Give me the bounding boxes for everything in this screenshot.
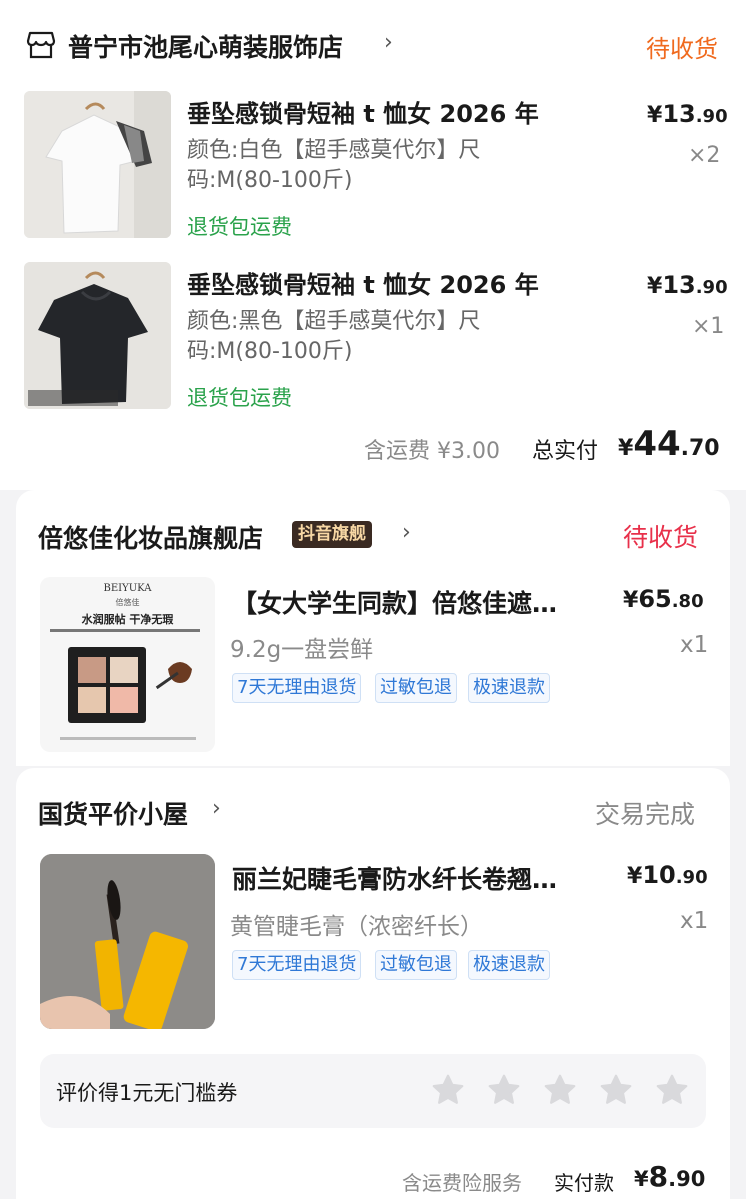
- thumb-brand: BEIYUKA: [103, 583, 152, 594]
- shipping-insurance: 含运费险服务: [402, 1171, 522, 1195]
- product-price: ¥13.90: [647, 100, 728, 128]
- rating-prompt: 评价得1元无门槛券: [56, 1081, 238, 1105]
- chevron-right-icon[interactable]: ›: [384, 30, 393, 55]
- product-quantity: ×2: [688, 143, 721, 168]
- star-4-icon[interactable]: [598, 1072, 634, 1108]
- shop-icon: [26, 31, 56, 59]
- star-3-icon[interactable]: [542, 1072, 578, 1108]
- thumb-brand-cn: 倍悠佳: [115, 598, 140, 607]
- star-1-icon[interactable]: [430, 1072, 466, 1108]
- store-name[interactable]: 倍悠佳化妆品旗舰店: [38, 519, 263, 555]
- shipping-fee: 含运费 ¥3.00: [364, 439, 500, 464]
- paid-amount: ¥8.90: [634, 1160, 706, 1193]
- service-tag: 退货包运费: [187, 215, 292, 239]
- product-spec-line1: 颜色:白色【超手感莫代尔】尺: [187, 138, 481, 163]
- product-title[interactable]: 垂坠感锁骨短袖 t 恤女 2026 年: [187, 265, 539, 300]
- total-label: 总实付: [532, 439, 599, 464]
- order-card-1[interactable]: 普宁市池尾心萌装服饰店 › 待收货 垂坠感锁骨短袖 t 恤女 2026 年 ¥1…: [0, 0, 746, 490]
- tag-allergy-return: 过敏包退: [375, 673, 457, 703]
- product-quantity: ×1: [692, 314, 725, 339]
- product-price: ¥10.90: [627, 861, 708, 889]
- product-thumbnail-black-tshirt[interactable]: [24, 262, 171, 409]
- product-title[interactable]: 垂坠感锁骨短袖 t 恤女 2026 年: [187, 94, 539, 129]
- chevron-right-icon[interactable]: ›: [212, 796, 221, 821]
- chevron-right-icon[interactable]: ›: [402, 520, 411, 545]
- product-title[interactable]: 丽兰妃睫毛膏防水纤长卷翘…: [232, 860, 557, 896]
- product-quantity: x1: [680, 632, 709, 658]
- store-name[interactable]: 普宁市池尾心萌装服饰店: [68, 28, 343, 64]
- product-thumbnail-white-tshirt[interactable]: [24, 91, 171, 238]
- tag-fast-refund: 极速退款: [468, 950, 550, 980]
- product-quantity: x1: [680, 908, 709, 934]
- product-spec-line1: 颜色:黑色【超手感莫代尔】尺: [187, 309, 481, 334]
- product-price: ¥65.80: [623, 585, 704, 613]
- order-card-2[interactable]: 倍悠佳化妆品旗舰店 抖音旗舰 › 待收货 BEIYUKA 倍悠佳 水润服帖 干净…: [16, 490, 730, 766]
- star-2-icon[interactable]: [486, 1072, 522, 1108]
- paid-label: 实付款: [554, 1171, 614, 1195]
- store-name[interactable]: 国货平价小屋: [38, 795, 188, 831]
- product-price: ¥13.90: [647, 271, 728, 299]
- product-title[interactable]: 【女大学生同款】倍悠佳遮…: [232, 584, 557, 620]
- tag-allergy-return: 过敏包退: [375, 950, 457, 980]
- star-5-icon[interactable]: [654, 1072, 690, 1108]
- product-spec: 9.2g一盘尝鲜: [230, 637, 374, 663]
- order-status: 待收货: [623, 523, 699, 552]
- product-spec-line2: 码:M(80-100斤): [187, 339, 353, 364]
- order-card-3[interactable]: 国货平价小屋 › 交易完成 丽兰妃睫毛膏防水纤长卷翘… ¥10.90 黄管睫毛膏…: [16, 768, 730, 1199]
- total-amount: ¥44.70: [618, 424, 720, 464]
- order-status: 交易完成: [595, 800, 696, 829]
- douyin-flagship-badge: 抖音旗舰: [292, 521, 372, 548]
- tag-7day-return: 7天无理由退货: [232, 950, 362, 980]
- product-spec: 黄管睫毛膏（浓密纤长）: [230, 914, 483, 940]
- rating-box[interactable]: 评价得1元无门槛券: [40, 1054, 706, 1128]
- product-spec-line2: 码:M(80-100斤): [187, 168, 353, 193]
- product-thumbnail-concealer-palette[interactable]: BEIYUKA 倍悠佳 水润服帖 干净无瑕: [40, 577, 215, 752]
- product-thumbnail-mascara[interactable]: [40, 854, 215, 1029]
- tag-fast-refund: 极速退款: [468, 673, 550, 703]
- tag-7day-return: 7天无理由退货: [232, 673, 362, 703]
- service-tag: 退货包运费: [187, 386, 292, 410]
- order-status: 待收货: [646, 35, 718, 63]
